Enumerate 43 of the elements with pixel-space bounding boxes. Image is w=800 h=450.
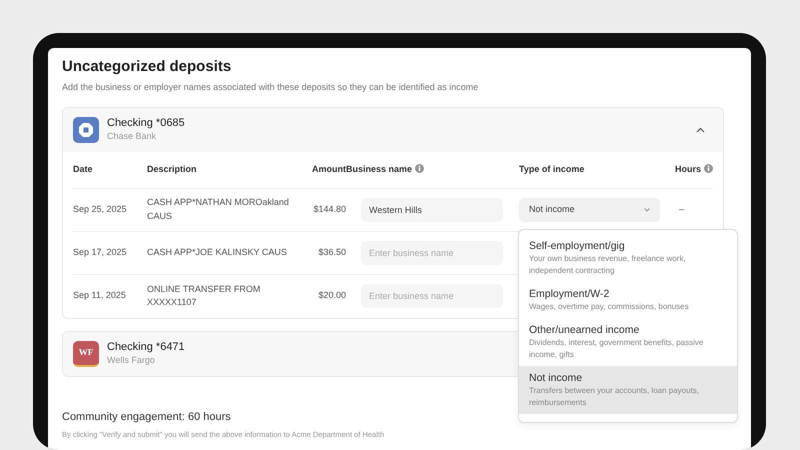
date-cell-text: Sep 25, 2025 — [73, 202, 128, 216]
description-cell-text: ONLINE TRANSFER FROM XXXXX1107 — [147, 282, 262, 309]
bank-logo: WF — [73, 340, 99, 366]
column-header: Business name — [346, 164, 412, 174]
description-cell-text: CASH APP*JOE KALINSKY CAUS — [147, 246, 288, 259]
option-label: Employment/W-2 — [529, 287, 610, 301]
date-cell-text: Sep 11, 2025 — [73, 289, 127, 302]
info-icon — [704, 164, 714, 173]
account-header[interactable]: Checking *0685 Chase Bank — [63, 108, 723, 152]
amount-cell-text: $36.50 — [317, 246, 346, 259]
description-cell-text: CASH APP*NATHAN MOROakland CAUS — [147, 196, 290, 222]
column-header: Hours — [675, 164, 702, 174]
income-type-select[interactable]: Not income — [519, 198, 660, 222]
column-header: Description — [147, 162, 198, 176]
option-label: Self-employment/gig — [529, 239, 626, 253]
option-description: Transfers between your accounts, loan payouts, reimbursements — [529, 385, 700, 409]
option-description: Your own business revenue, freelance work, independent contracting — [529, 253, 687, 277]
bank-logo-icon — [73, 116, 99, 142]
summary-title: Community engagement: 60 hours — [62, 410, 232, 424]
amount-cell-text: $144.80 — [312, 202, 346, 216]
menu-option[interactable]: Not income Transfers between your accounts, loan payouts, reimbursements — [519, 366, 737, 414]
account-name: Checking *6471 — [107, 340, 185, 354]
column-header: Date — [73, 162, 94, 176]
caret-icon — [644, 208, 650, 212]
hours-cell: – — [679, 204, 684, 214]
account-name: Checking *0685 — [107, 116, 185, 130]
business-name-field[interactable]: Western Hills — [361, 198, 503, 222]
chevron-up-icon[interactable] — [696, 126, 705, 132]
menu-option[interactable]: Employment/W-2 Wages, overtime pay, commissions, bonuses — [519, 282, 737, 318]
bank-name: Chase Bank — [107, 130, 158, 143]
option-description: Wages, overtime pay, commissions, bonuses — [529, 301, 690, 313]
menu-option[interactable]: Self-employment/gig Your own business revenue, freelance work, independent contracting — [519, 234, 737, 282]
date-cell-text: Sep 17, 2025 — [73, 246, 128, 259]
amount-cell-text: $20.00 — [317, 289, 346, 302]
business-name-field[interactable]: Enter business name — [361, 284, 503, 308]
page-subtitle: Add the business or employer names associated with these deposits so they can be identified as income — [62, 81, 480, 94]
option-description: Dividends, interest, government benefits, passive income, gifts — [529, 337, 704, 361]
bank-name: Wells Fargo — [107, 354, 156, 367]
column-header: Amount — [311, 162, 346, 176]
info-icon — [415, 164, 424, 173]
business-name-field[interactable]: Enter business name — [361, 240, 503, 264]
column-header: Type of income — [519, 162, 586, 176]
page-title: Uncategorized deposits — [62, 57, 232, 77]
